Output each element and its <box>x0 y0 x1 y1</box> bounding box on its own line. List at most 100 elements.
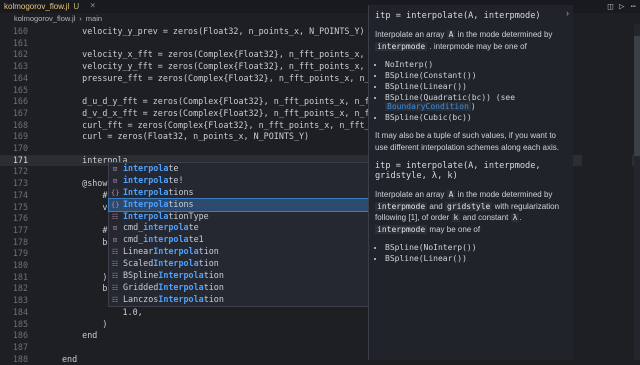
completion-pre: cmd_ <box>123 234 144 245</box>
list-item: BSpline(Quadratic(bc)) (see BoundaryCond… <box>385 93 567 111</box>
variable-icon: ⊡ <box>112 224 118 233</box>
autocomplete-item[interactable]: {} Interpolations <box>109 187 369 199</box>
signature-2: itp = interpolate(A, interpmode, gridsty… <box>375 161 541 181</box>
line-number: 187 <box>12 341 28 352</box>
line-number: 161 <box>12 37 28 48</box>
struct-icon: ☷ <box>111 272 119 281</box>
completion-post: te <box>168 163 179 173</box>
hover-doc-panel: › itp = interpolate(A, interpmode) Inter… <box>368 5 573 360</box>
variable-icon: ⊡ <box>112 236 118 245</box>
autocomplete-item[interactable]: ⊡ interpolate! <box>109 175 369 187</box>
autocomplete-item[interactable]: ☷ BSplineInterpolation <box>109 270 369 282</box>
variable-icon: ⊡ <box>112 165 118 173</box>
completion-post: tion <box>203 270 224 281</box>
autocomplete-item[interactable]: {} Interpolations <box>108 197 370 212</box>
chevron-right-icon: › <box>79 14 82 23</box>
split-icon[interactable]: ◫ <box>608 2 613 12</box>
code-text: ) <box>62 318 108 329</box>
autocomplete-item[interactable]: ☷ GriddedInterpolation <box>109 282 369 294</box>
breadcrumb-file[interactable]: kolmogorov_flow.jl <box>14 14 75 23</box>
code-text: end <box>62 330 98 341</box>
autocomplete-item[interactable]: ⊡ interpolate <box>109 163 369 175</box>
list-item: NoInterp() <box>385 60 567 69</box>
signature-1: itp = interpolate(A, interpmode) <box>375 11 541 21</box>
line-number: 166 <box>12 96 28 107</box>
code-text: velocity_x_fft = zeros(Complex{Float32},… <box>62 49 385 60</box>
completion-pre: Linear <box>123 246 154 257</box>
line-number: 181 <box>12 271 28 282</box>
minimap[interactable] <box>582 24 632 360</box>
line-number: 186 <box>12 330 28 341</box>
autocomplete-list: ⊡ interpolate ⊡ interpolate!{} Interpolation… <box>108 162 370 307</box>
code-text: d_u_d_y_fft = zeros(Complex{Float32}, n_… <box>62 96 385 107</box>
code-text: 1.0, <box>62 306 143 317</box>
scrollbar-thumb[interactable] <box>634 36 640 156</box>
list-item: BSpline(NoInterp()) <box>385 243 567 252</box>
boundary-condition-link[interactable]: BoundaryCondition <box>385 102 471 111</box>
close-icon[interactable]: × <box>90 1 95 11</box>
list-item: BSpline(Constant()) <box>385 71 567 80</box>
line-number: 183 <box>12 295 28 306</box>
completion-post: tion <box>198 258 219 269</box>
completion-post: tions <box>168 186 194 197</box>
description-1: Interpolate an array A in the mode deter… <box>375 30 553 51</box>
description-3: Interpolate an array A in the mode deter… <box>375 190 560 234</box>
line-number: 171 <box>12 154 28 165</box>
editor-tab[interactable]: kolmogorov_flow.jl U <box>0 0 83 13</box>
line-number: 163 <box>12 61 28 72</box>
run-icon[interactable]: ▷ <box>619 2 624 12</box>
struct-icon: ☷ <box>111 283 119 292</box>
breadcrumb-symbol[interactable]: main <box>86 14 102 23</box>
line-number: 164 <box>12 72 28 83</box>
line-number: 175 <box>12 201 28 212</box>
autocomplete-item[interactable]: ☷ ScaledInterpolation <box>109 258 369 270</box>
line-number: 184 <box>12 306 28 317</box>
code-text: velocity_y_fft = zeros(Complex{Float32},… <box>62 61 385 72</box>
line-number: 182 <box>12 283 28 294</box>
completion-match: Interpola <box>123 186 169 197</box>
scrollbar[interactable] <box>634 24 640 360</box>
list-item: BSpline(Linear()) <box>385 82 567 91</box>
line-number: 169 <box>12 131 28 142</box>
line-number: 172 <box>12 166 28 177</box>
variable-icon: ⊡ <box>112 176 118 185</box>
completion-post: tion <box>203 293 224 304</box>
line-number: 176 <box>12 213 28 224</box>
autocomplete-item[interactable]: ⊡ cmd_interpolate1 <box>109 234 369 246</box>
struct-icon: ☷ <box>111 260 119 269</box>
module-icon: {} <box>111 188 120 197</box>
completion-match: interpola <box>123 174 169 185</box>
code-text: curl = zeros(Float32, n_points_x, N_POIN… <box>62 131 310 142</box>
struct-icon: ☷ <box>111 295 119 304</box>
completion-match: Interpola <box>158 293 204 304</box>
mode-list-1: NoInterp() BSpline(Constant()) BSpline(L… <box>375 60 567 122</box>
description-2: It may also be a tuple of such values, i… <box>375 131 559 152</box>
module-icon: {} <box>111 200 120 209</box>
completion-pre: cmd_ <box>123 222 144 233</box>
line-number: 188 <box>12 353 28 364</box>
code-text: velocity_y_prev = zeros(Float32, n_point… <box>62 26 365 36</box>
close-icon[interactable]: › <box>566 8 569 18</box>
tab-status-badge: U <box>73 2 80 11</box>
completion-post: tionType <box>168 210 209 221</box>
autocomplete-item[interactable]: ☷ LanczosInterpolation <box>109 294 369 306</box>
more-icon[interactable]: ⋯ <box>631 2 636 12</box>
completion-pre: BSpline <box>123 270 159 281</box>
struct-icon: ☷ <box>111 212 119 221</box>
line-number: 162 <box>12 49 28 60</box>
completion-post: te! <box>168 174 184 185</box>
completion-match: interpola <box>143 234 189 245</box>
completion-match: Interpola <box>123 198 169 209</box>
line-number: 185 <box>12 318 28 329</box>
autocomplete-item[interactable]: ☷ LinearInterpolation <box>109 246 369 258</box>
line-number: 168 <box>12 119 28 130</box>
completion-match: Interpola <box>123 210 169 221</box>
completion-match: Interpola <box>158 270 204 281</box>
list-item: BSpline(Linear()) <box>385 254 567 263</box>
completion-pre: Scaled <box>123 258 154 269</box>
autocomplete-item[interactable]: ☷ InterpolationType <box>109 211 369 223</box>
autocomplete-item[interactable]: ⊡ cmd_interpolate <box>109 222 369 234</box>
completion-match: interpola <box>123 163 169 173</box>
line-number: 170 <box>12 143 28 153</box>
line-number: 167 <box>12 107 28 118</box>
